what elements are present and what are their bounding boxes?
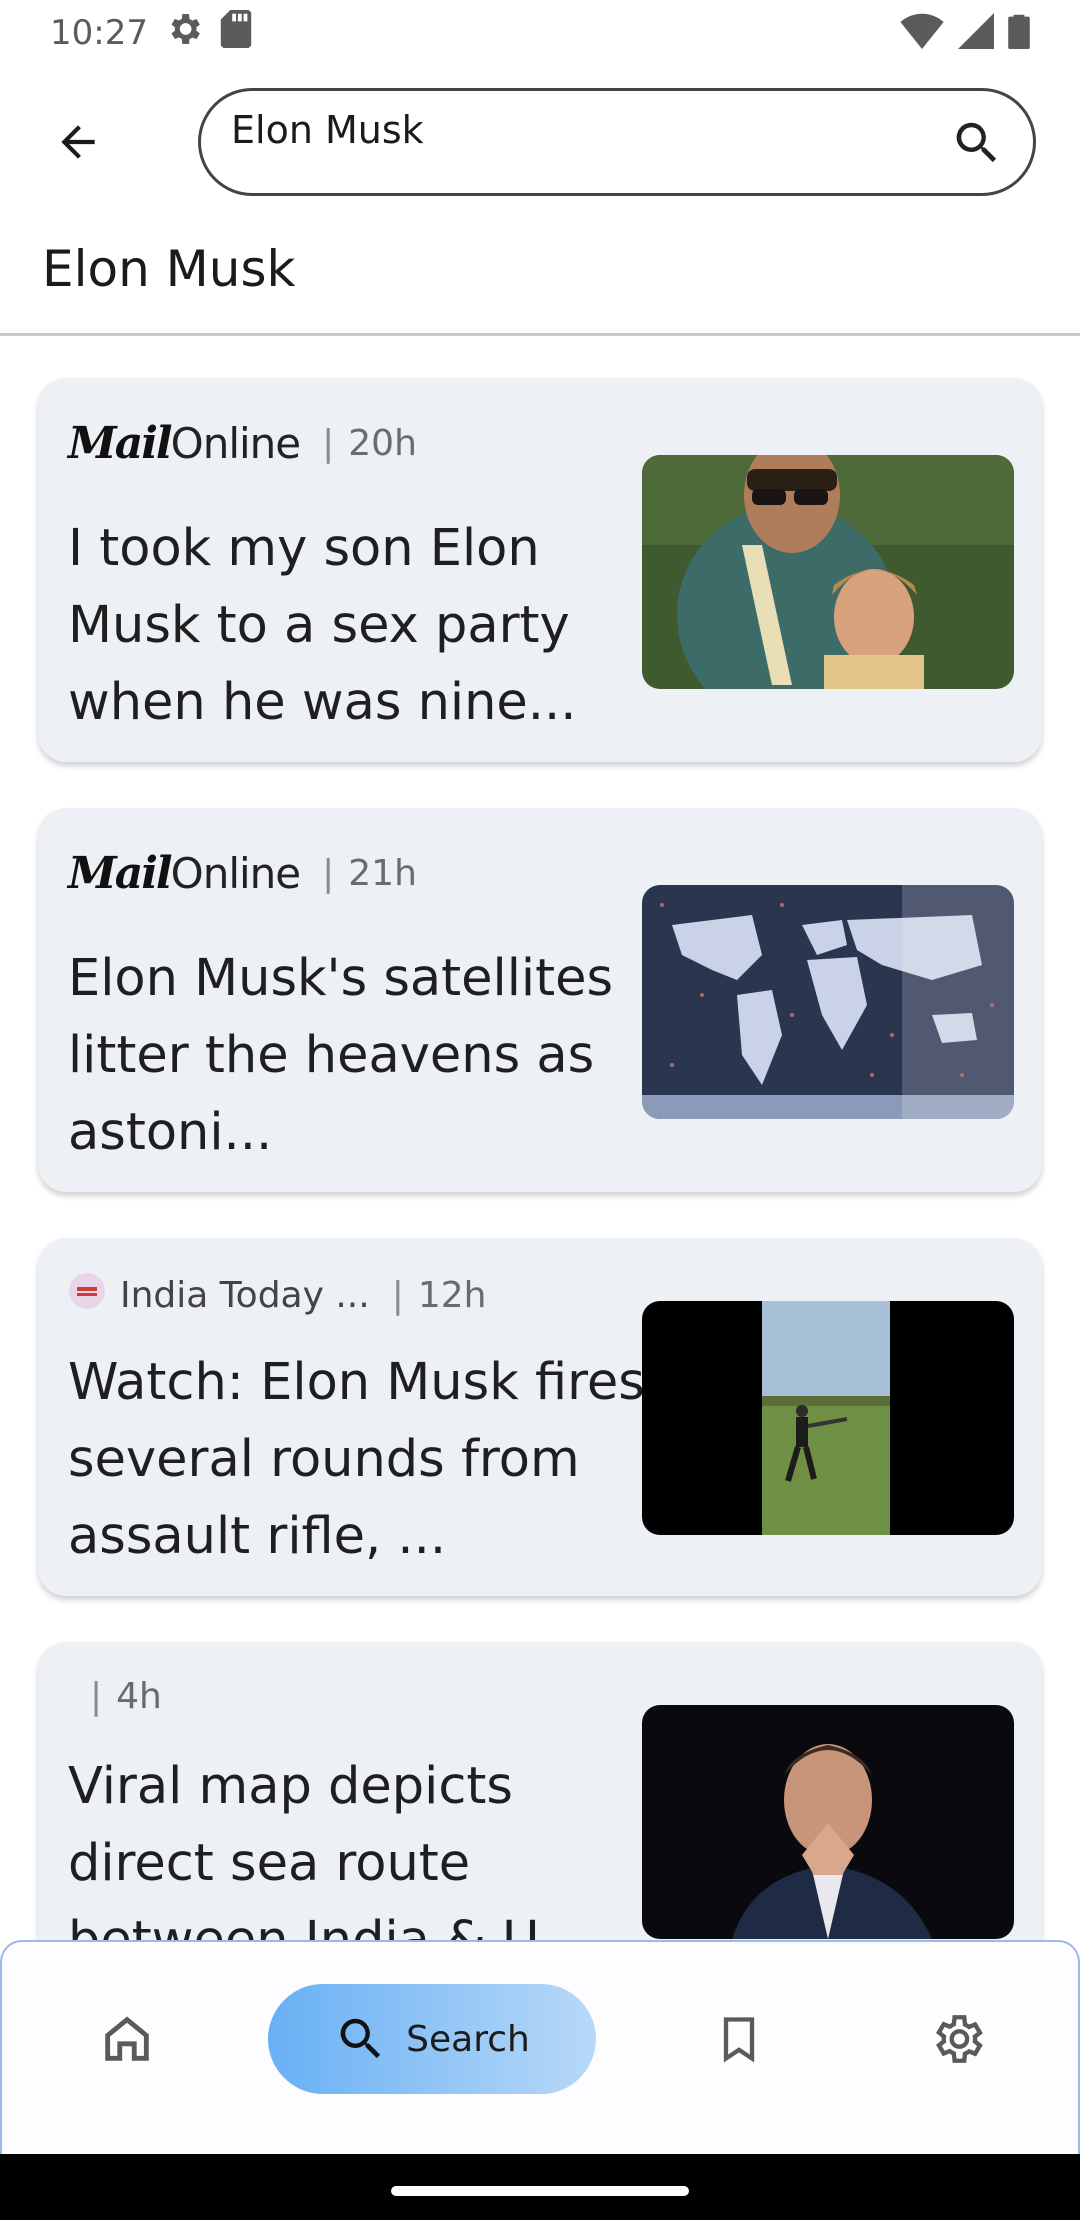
- mailonline-logo: Mail Online: [68, 418, 301, 469]
- gear-icon: [936, 2015, 983, 2063]
- article-feed[interactable]: Mail Online | 20h I took my son Elon Musk…: [0, 0, 1080, 1940]
- article-headline[interactable]: Elon Musk's satellites litter the heaven…: [68, 940, 658, 1171]
- article-headline[interactable]: Viral map depicts direct sea route betwe…: [68, 1748, 658, 1940]
- system-gesture-bar: [0, 2154, 1080, 2220]
- search-icon: [340, 2018, 381, 2059]
- nav-bookmarks[interactable]: [684, 1984, 794, 2094]
- source-name: India Today ...: [120, 1275, 370, 1316]
- article-card[interactable]: | 4h Viral map depicts direct sea route …: [38, 1642, 1042, 1940]
- article-card[interactable]: India Today ... | 12h Watch: Elon Musk f…: [38, 1238, 1042, 1596]
- article-source: Mail Online | 21h: [68, 848, 417, 899]
- article-source: Mail Online | 20h: [68, 418, 417, 469]
- nav-home[interactable]: [72, 1984, 182, 2094]
- article-thumbnail[interactable]: [642, 1301, 1014, 1535]
- nav-search[interactable]: Search: [268, 1984, 596, 2094]
- article-thumbnail[interactable]: [642, 455, 1014, 689]
- india-today-logo-icon: [68, 1272, 106, 1319]
- nav-search-label: Search: [406, 2018, 530, 2060]
- nav-settings[interactable]: [902, 1984, 1012, 2094]
- home-icon: [105, 2016, 149, 2061]
- home-gesture-handle[interactable]: [391, 2186, 689, 2196]
- article-age: 12h: [417, 1275, 487, 1316]
- bookmark-icon: [723, 2017, 755, 2063]
- bottom-navigation: Search: [0, 1940, 1080, 2154]
- article-age: 21h: [348, 853, 417, 894]
- article-source: India Today ... | 12h: [68, 1272, 486, 1319]
- article-age: 4h: [116, 1676, 162, 1717]
- article-headline[interactable]: I took my son Elon Musk to a sex party w…: [68, 510, 658, 741]
- mailonline-logo: Mail Online: [68, 848, 301, 899]
- article-thumbnail[interactable]: [642, 885, 1014, 1119]
- article-card[interactable]: Mail Online | 20h I took my son Elon Musk…: [38, 378, 1042, 762]
- article-headline[interactable]: Watch: Elon Musk fires several rounds fr…: [68, 1344, 658, 1575]
- article-source: | 4h: [90, 1676, 162, 1717]
- article-age: 20h: [348, 423, 417, 464]
- article-thumbnail[interactable]: [642, 1705, 1014, 1939]
- article-card[interactable]: Mail Online | 21h Elon Musk's satellites …: [38, 808, 1042, 1192]
